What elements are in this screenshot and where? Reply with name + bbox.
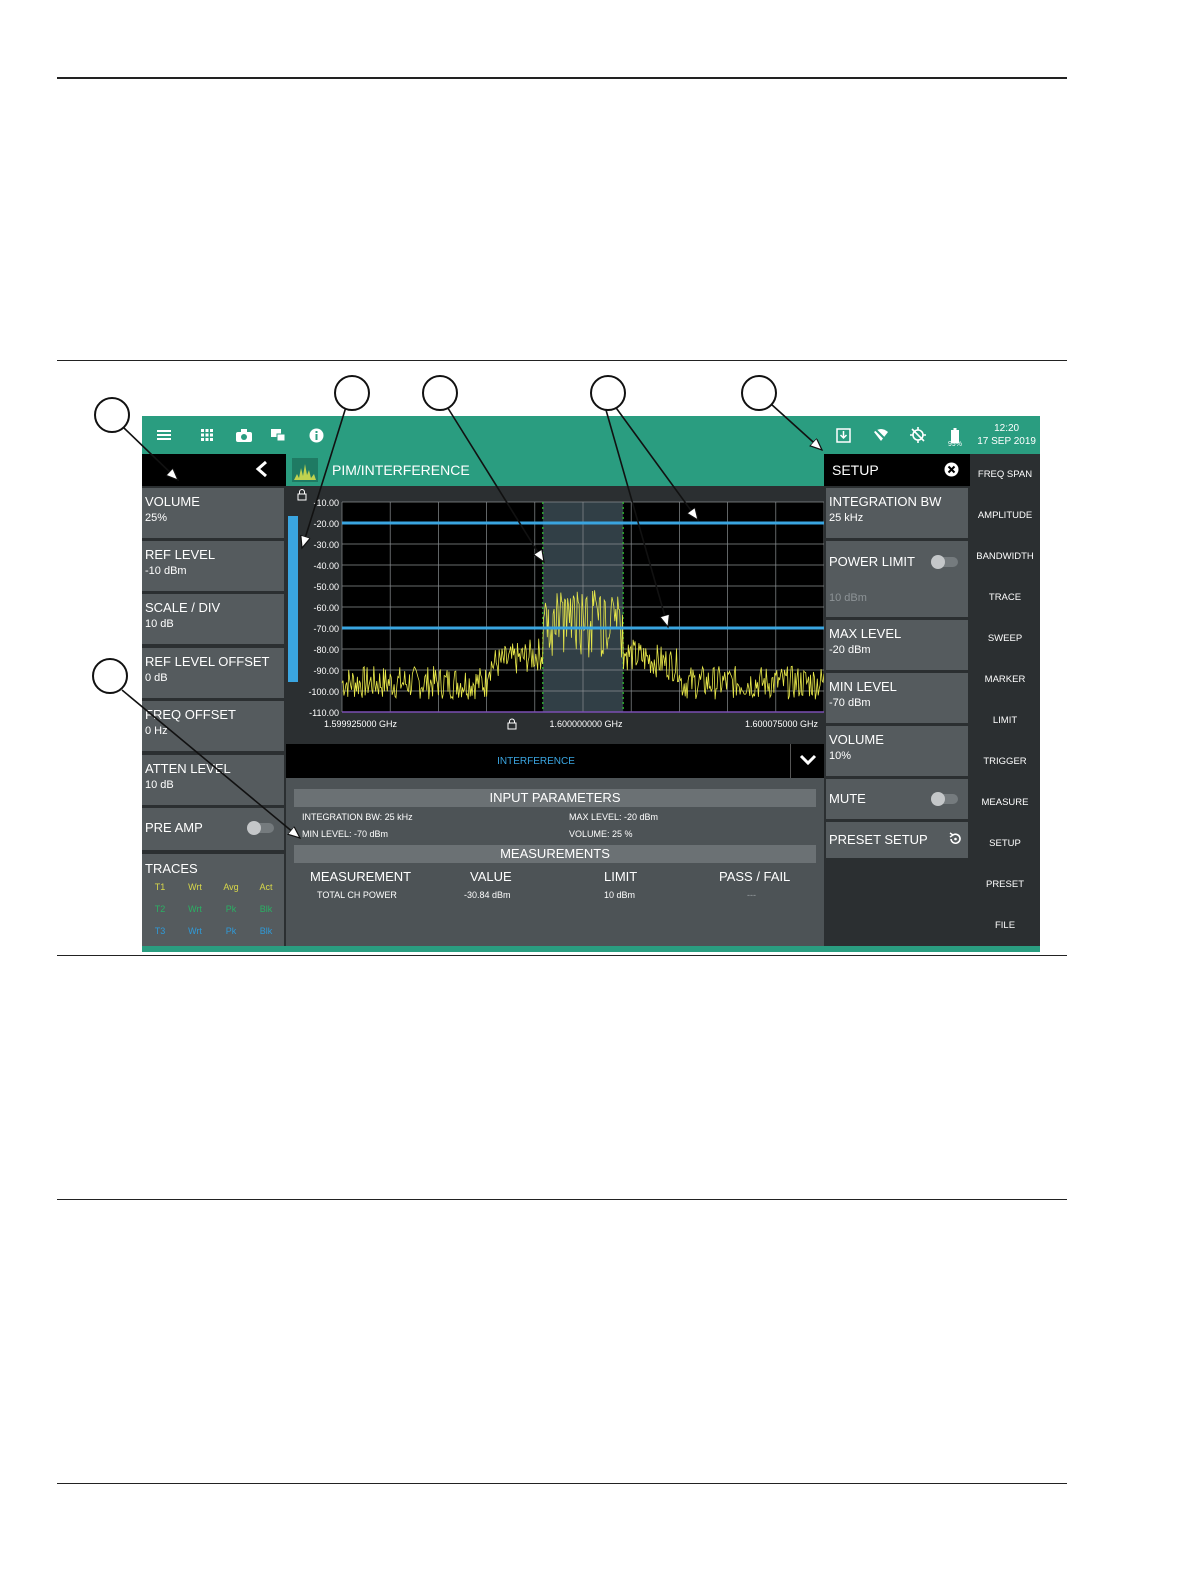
callout-arrow-1 — [123, 427, 178, 480]
callout-circle-2 — [334, 375, 370, 411]
callout-arrow-3 — [445, 404, 544, 562]
callout-arrow-4a — [613, 404, 698, 520]
callout-arrow-2 — [302, 406, 347, 548]
callout-circle-3 — [422, 375, 458, 411]
callout-circle-5 — [741, 375, 777, 411]
callout-arrow-6 — [121, 689, 300, 838]
callout-circle-6 — [92, 658, 128, 694]
callout-arrows — [121, 403, 1190, 1582]
callout-arrow-4b — [605, 409, 668, 627]
callout-circle-1 — [94, 397, 130, 433]
callout-arrow-5 — [770, 403, 822, 450]
callout-circle-4 — [590, 375, 626, 411]
